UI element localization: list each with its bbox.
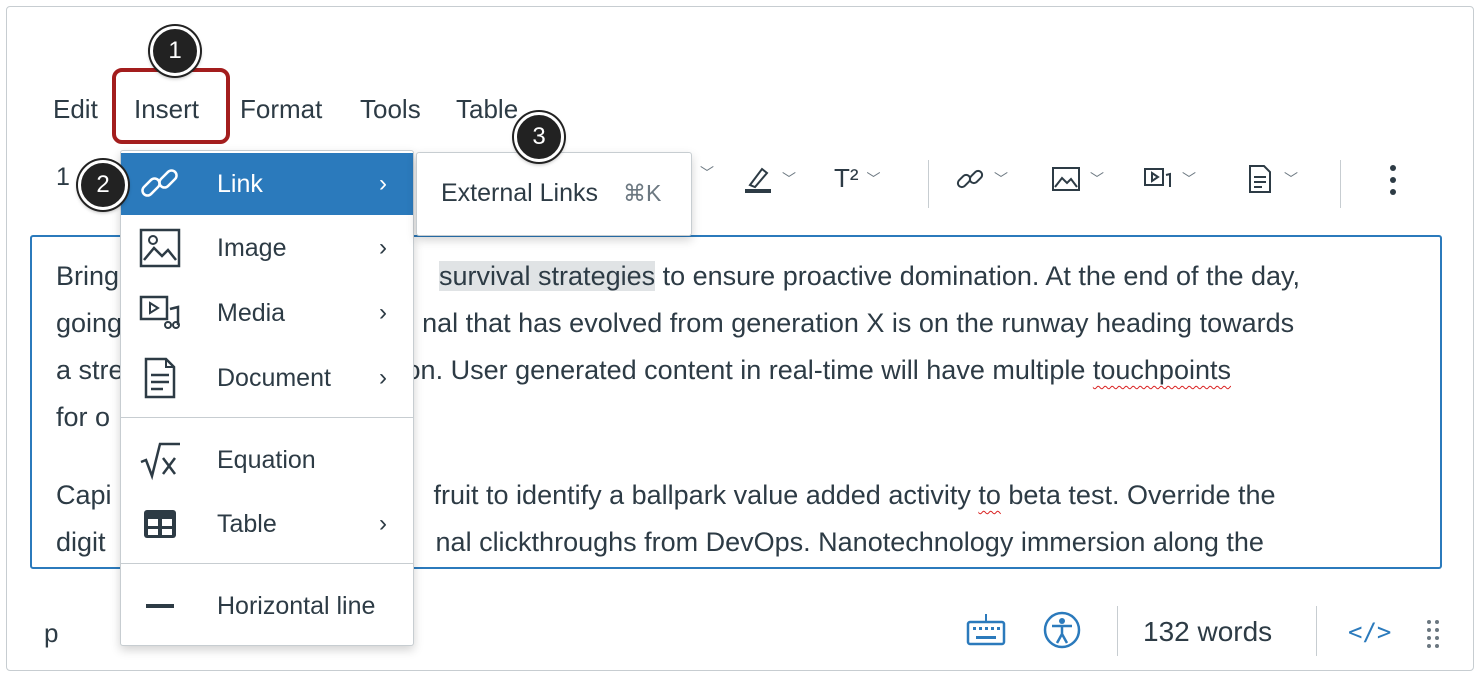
callout-badge-3: 3 xyxy=(514,112,564,162)
text-fragment: digit xyxy=(56,527,106,557)
media-dropdown[interactable]: ﹀ xyxy=(1142,163,1196,195)
insert-highlight-box xyxy=(112,68,230,144)
chevron-down-icon: ﹀ xyxy=(1284,171,1298,187)
html-editor-toggle[interactable]: </> xyxy=(1348,618,1391,646)
document-icon xyxy=(135,353,185,403)
insert-menu-dropdown: Link › Image › Media › Document › Equati… xyxy=(120,150,414,646)
chevron-right-icon: › xyxy=(379,170,387,197)
menu-table[interactable]: Table xyxy=(456,94,518,124)
menu-item-label: Link xyxy=(217,169,263,198)
text-fragment: nal clickthroughs from DevOps. Nanotechn… xyxy=(435,527,1264,557)
chevron-down-icon: ﹀ xyxy=(1090,171,1104,187)
text-fragment: going xyxy=(56,308,123,338)
statusbar-divider xyxy=(1316,606,1317,656)
text-fragment: fruit to identify a ballpark value added… xyxy=(433,480,979,510)
text-fragment: a stre xyxy=(56,355,124,385)
text-color-dropdown[interactable]: ﹀ xyxy=(692,163,714,183)
chevron-down-icon: ﹀ xyxy=(866,170,881,187)
font-size-dropdown[interactable]: 1 xyxy=(56,163,70,192)
media-icon xyxy=(1144,168,1171,187)
menu-tools[interactable]: Tools xyxy=(360,94,421,124)
external-links-item[interactable]: External Links ⌘K xyxy=(441,179,661,208)
resize-handle[interactable] xyxy=(1426,618,1440,655)
superscript-dropdown[interactable]: T² ﹀ xyxy=(834,163,881,194)
menu-edit[interactable]: Edit xyxy=(53,94,98,124)
menu-item-label: Document xyxy=(217,363,331,392)
insert-menu-item-link[interactable]: Link › xyxy=(121,153,413,215)
spellcheck-word: to xyxy=(978,480,1001,510)
toolbar-divider xyxy=(1340,160,1341,208)
toolbar-divider xyxy=(928,160,929,208)
link-icon xyxy=(956,169,984,189)
selected-text: survival strategies xyxy=(439,261,656,291)
chevron-down-icon: ﹀ xyxy=(700,165,714,181)
equation-icon xyxy=(135,435,185,485)
text-fragment: for o xyxy=(56,402,111,432)
statusbar-divider xyxy=(1117,606,1118,656)
horizontal-line-icon xyxy=(135,581,185,631)
text-fragment: on. User generated content in real-time … xyxy=(405,355,1093,385)
menu-item-label: Table xyxy=(217,509,277,538)
menu-divider xyxy=(121,417,413,418)
insert-menu-item-horizontal-line[interactable]: Horizontal line xyxy=(121,575,413,637)
drag-handle-icon xyxy=(1427,620,1439,648)
keyboard-shortcuts-button[interactable] xyxy=(966,612,1006,653)
table-icon xyxy=(135,499,185,549)
chevron-right-icon: › xyxy=(379,234,387,261)
menu-format[interactable]: Format xyxy=(240,94,322,124)
link-icon xyxy=(135,159,185,209)
insert-menu-item-document[interactable]: Document › xyxy=(121,347,413,409)
highlighter-icon xyxy=(745,167,771,193)
link-dropdown[interactable]: ﹀ xyxy=(954,163,1008,195)
superscript-icon: T² xyxy=(834,163,859,193)
document-icon xyxy=(1249,165,1271,193)
word-count: 132 words xyxy=(1143,616,1273,647)
vertical-ellipsis-icon xyxy=(1390,165,1396,195)
menu-item-label: External Links xyxy=(441,179,599,207)
callout-badge-1: 1 xyxy=(150,26,200,76)
highlight-color-dropdown[interactable]: ﹀ xyxy=(742,163,796,195)
accessibility-icon xyxy=(1043,611,1081,649)
text-fragment: Bring xyxy=(56,261,120,291)
keyboard-shortcut: ⌘K xyxy=(622,180,662,206)
image-dropdown[interactable]: ﹀ xyxy=(1050,163,1104,195)
callout-badge-2: 2 xyxy=(78,160,128,210)
link-submenu: External Links ⌘K xyxy=(416,152,692,236)
image-icon xyxy=(1052,167,1080,191)
text-fragment: nal that has evolved from generation X i… xyxy=(422,308,1295,338)
insert-menu-item-media[interactable]: Media › xyxy=(121,282,413,344)
chevron-down-icon: ﹀ xyxy=(782,171,796,187)
chevron-down-icon: ﹀ xyxy=(1182,171,1196,187)
more-options-button[interactable] xyxy=(1388,163,1398,197)
menu-item-label: Equation xyxy=(217,445,316,474)
text-fragment: to ensure proactive domination. At the e… xyxy=(655,261,1301,291)
insert-menu-item-equation[interactable]: Equation xyxy=(121,429,413,491)
chevron-right-icon: › xyxy=(379,299,387,326)
media-icon xyxy=(135,288,185,338)
image-icon xyxy=(135,223,185,273)
chevron-right-icon: › xyxy=(379,510,387,537)
insert-menu-item-image[interactable]: Image › xyxy=(121,217,413,279)
menu-item-label: Media xyxy=(217,298,286,327)
insert-menu-item-table[interactable]: Table › xyxy=(121,493,413,555)
accessibility-checker-button[interactable] xyxy=(1042,610,1082,655)
document-dropdown[interactable]: ﹀ xyxy=(1244,163,1298,195)
keyboard-icon xyxy=(966,614,1006,646)
text-fragment: beta test. Override the xyxy=(1000,480,1276,510)
font-size-value: 1 xyxy=(56,163,70,191)
chevron-right-icon: › xyxy=(379,364,387,391)
menu-item-label: Horizontal line xyxy=(217,591,376,620)
menu-item-label: Image xyxy=(217,233,287,262)
element-path[interactable]: p xyxy=(44,618,58,649)
spellcheck-word: touchpoints xyxy=(1092,355,1231,385)
text-fragment: Capi xyxy=(56,480,112,510)
menu-divider xyxy=(121,563,413,564)
chevron-down-icon: ﹀ xyxy=(994,171,1008,187)
